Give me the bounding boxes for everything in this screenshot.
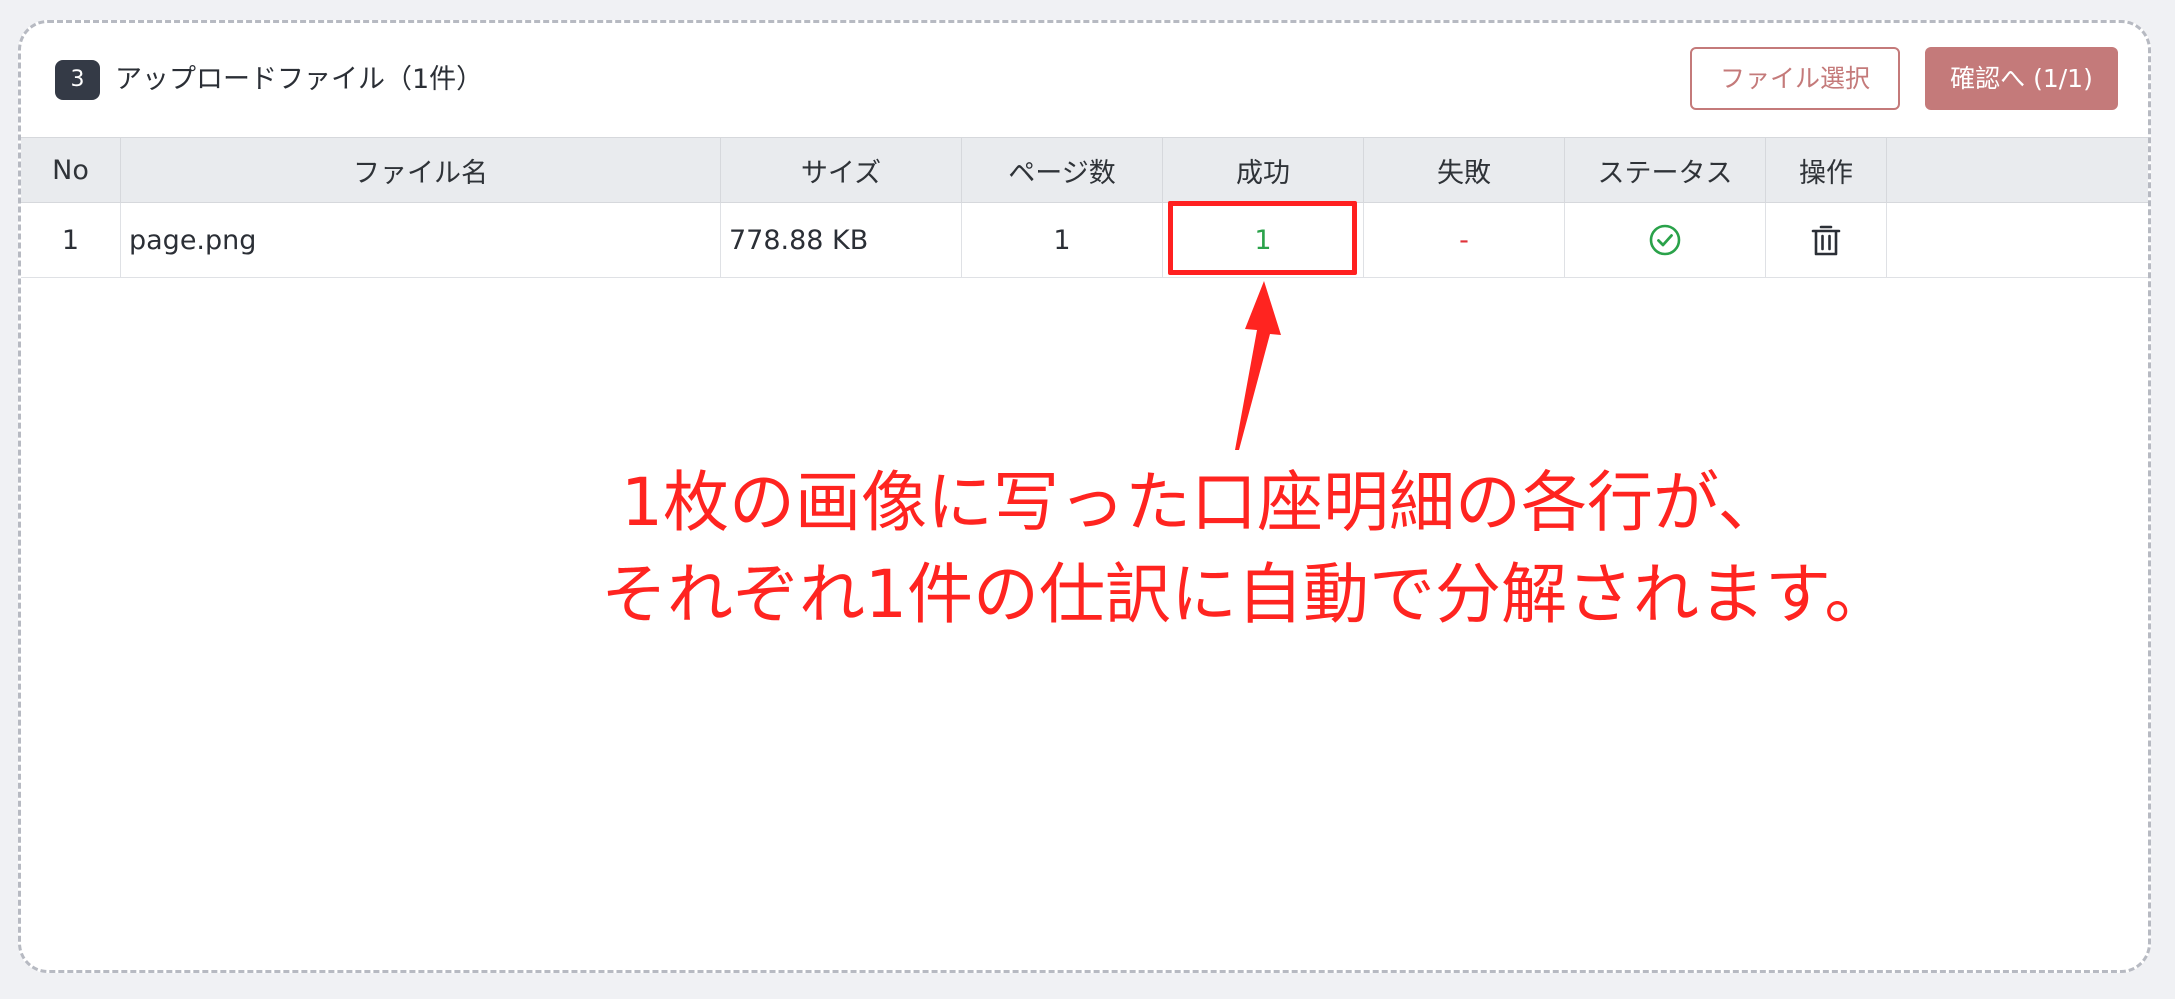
annotation-line-1: 1枚の画像に写った口座明細の各行が、 xyxy=(621,464,1784,541)
success-highlight-box xyxy=(1168,201,1357,275)
panel-header: 3 アップロードファイル（1件） ファイル選択 確認へ (1/1) xyxy=(21,23,2148,137)
panel-title: アップロードファイル（1件） xyxy=(115,64,484,95)
column-header-pages: ページ数 xyxy=(961,137,1163,203)
annotation-line-2: それぞれ1件の仕訳に自動で分解されます。 xyxy=(601,556,1891,633)
column-header-size: サイズ xyxy=(720,137,962,203)
cell-actions xyxy=(1765,202,1887,278)
confirm-button[interactable]: 確認へ (1/1) xyxy=(1925,47,2118,110)
uploaded-files-table: No ファイル名 サイズ ページ数 成功 失敗 ステータス 操作 1 page.… xyxy=(21,137,2148,278)
check-circle-icon xyxy=(1649,224,1681,256)
cell-status xyxy=(1564,202,1766,278)
cell-fail: - xyxy=(1363,202,1565,278)
column-header-spacer xyxy=(1886,137,2148,203)
upload-files-panel: 3 アップロードファイル（1件） ファイル選択 確認へ (1/1) No ファイ… xyxy=(18,20,2151,973)
annotation-text: 1枚の画像に写った口座明細の各行が、 それぞれ1件の仕訳に自動で分解されます。 xyxy=(601,457,1890,641)
trash-icon[interactable] xyxy=(1811,223,1841,257)
cell-spacer xyxy=(1886,202,2148,278)
column-header-status: ステータス xyxy=(1564,137,1766,203)
cell-size: 778.88 KB xyxy=(720,202,962,278)
step-badge: 3 xyxy=(55,60,100,100)
cell-filename: page.png xyxy=(120,202,721,278)
file-select-button[interactable]: ファイル選択 xyxy=(1690,47,1900,110)
table-row: 1 page.png 778.88 KB 1 1 - xyxy=(21,202,2148,278)
column-header-fail: 失敗 xyxy=(1363,137,1565,203)
column-header-success: 成功 xyxy=(1162,137,1364,203)
column-header-no: No xyxy=(21,137,121,203)
cell-no: 1 xyxy=(21,202,121,278)
column-header-actions: 操作 xyxy=(1765,137,1887,203)
column-header-filename: ファイル名 xyxy=(120,137,721,203)
cell-pages: 1 xyxy=(961,202,1163,278)
table-header: No ファイル名 サイズ ページ数 成功 失敗 ステータス 操作 xyxy=(21,137,2148,203)
